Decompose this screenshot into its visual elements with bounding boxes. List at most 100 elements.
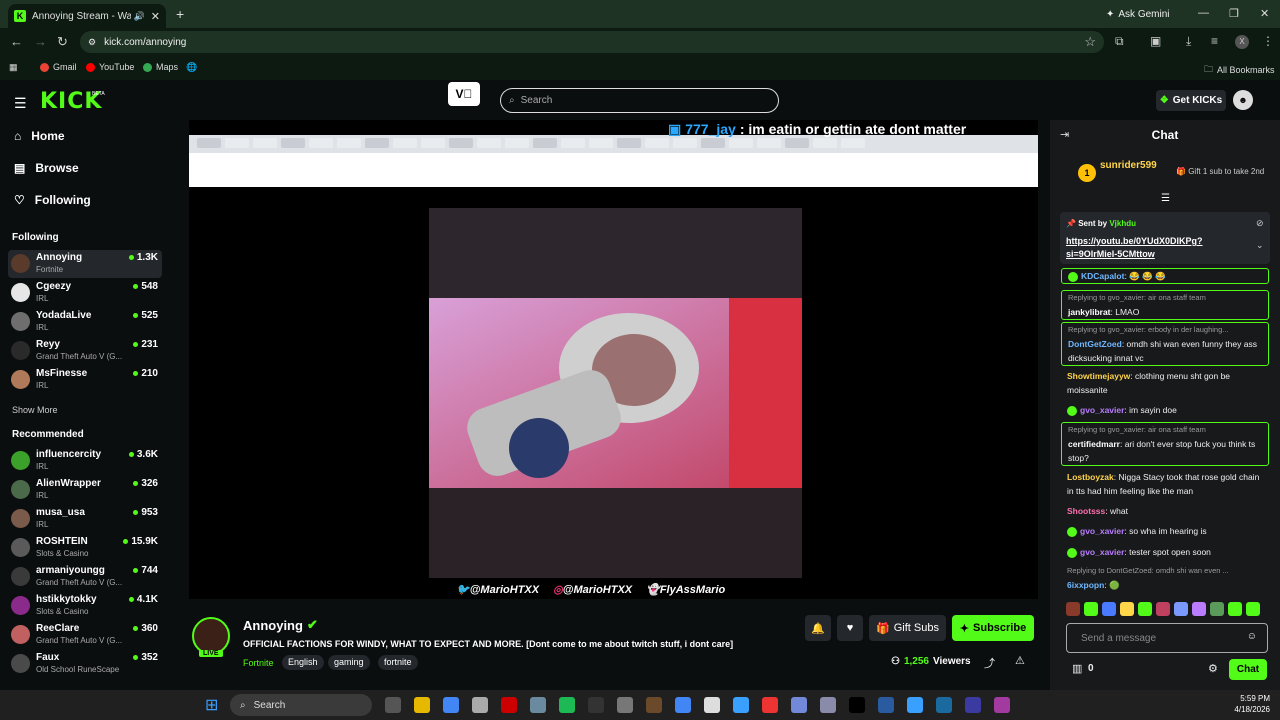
emote-icon[interactable]	[1228, 602, 1242, 616]
streamer-name[interactable]: Annoying ✔	[243, 617, 318, 633]
chat-username[interactable]: gvo_xavier	[1080, 405, 1124, 415]
chat-filter-icon[interactable]: ☰	[1161, 193, 1170, 204]
emote-icon[interactable]	[1246, 602, 1260, 616]
channel-item[interactable]: MsFinesse IRL 210	[8, 366, 162, 394]
chat-username[interactable]: Showtimejayyw	[1067, 371, 1130, 381]
channel-item[interactable]: musa_usa IRL 953	[8, 505, 162, 533]
menu-dots-icon[interactable]: ⋮	[1262, 34, 1274, 48]
vd-extension-button[interactable]: V⃞	[448, 82, 480, 106]
subscribe-button[interactable]: ✦ Subscribe	[952, 615, 1034, 641]
share-icon[interactable]: ⤴	[984, 655, 995, 671]
gift-subs-button[interactable]: 🎁 Gift Subs	[869, 615, 946, 641]
taskbar-app-icon[interactable]	[414, 697, 430, 713]
channel-item[interactable]: influencercity IRL 3.6K	[8, 447, 162, 475]
bookmark-maps[interactable]: Maps	[143, 62, 178, 72]
channel-item[interactable]: ROSHTEIN Slots & Casino 15.9K	[8, 534, 162, 562]
taskbar-app-icon[interactable]	[936, 697, 952, 713]
taskbar-app-icon[interactable]	[762, 697, 778, 713]
emote-icon[interactable]	[1120, 602, 1134, 616]
reload-icon[interactable]: ↻	[57, 34, 68, 50]
emote-icon[interactable]	[1102, 602, 1116, 616]
channel-item[interactable]: ReeClare Grand Theft Auto V (G... 360	[8, 621, 162, 649]
channel-item[interactable]: Reyy Grand Theft Auto V (G... 231	[8, 337, 162, 365]
taskbar-app-icon[interactable]	[443, 697, 459, 713]
search-input[interactable]: ⌕ Search	[500, 88, 779, 113]
emote-icon[interactable]	[1066, 602, 1080, 616]
tag-fortnite[interactable]: fortnite	[378, 655, 418, 670]
apps-grid-icon[interactable]: ▦	[9, 62, 18, 73]
channel-item[interactable]: armaniyoungg Grand Theft Auto V (G... 744	[8, 563, 162, 591]
channel-item[interactable]: Faux Old School RuneScape 352	[8, 650, 162, 678]
taskbar-app-icon[interactable]	[849, 697, 865, 713]
chat-username[interactable]: certifiedmarr	[1068, 439, 1120, 449]
bookmark-star-icon[interactable]: ☆	[1084, 34, 1096, 50]
channel-item[interactable]: Cgeezy IRL 548	[8, 279, 162, 307]
minimize-icon[interactable]: —	[1198, 7, 1209, 19]
taskbar-app-icon[interactable]	[501, 697, 517, 713]
system-clock[interactable]: 5:59 PM 4/18/2026	[1228, 693, 1270, 715]
profile-icon[interactable]: X	[1235, 35, 1249, 49]
taskbar-search[interactable]: ⌕ Search	[230, 694, 372, 716]
back-icon[interactable]: ←	[10, 34, 23, 49]
follow-heart-button[interactable]: ♥	[837, 615, 863, 641]
notification-bell-button[interactable]: 🔔	[805, 615, 831, 641]
chat-message-input[interactable]: Send a message ☺	[1066, 623, 1268, 653]
chat-username[interactable]: KDCapalot	[1081, 271, 1124, 281]
tag-english[interactable]: English	[282, 655, 324, 670]
unpin-icon[interactable]: ⊘	[1256, 218, 1264, 229]
top-gifter-name[interactable]: sunrider599	[1100, 160, 1157, 171]
all-bookmarks[interactable]: 🗀 All Bookmarks	[1204, 62, 1275, 78]
taskbar-app-icon[interactable]	[907, 697, 923, 713]
chat-settings-icon[interactable]: ⚙	[1208, 662, 1218, 675]
window-close-icon[interactable]: ✕	[1260, 7, 1269, 20]
pinned-by-user[interactable]: Vjkhdu	[1109, 219, 1136, 228]
taskbar-app-icon[interactable]	[791, 697, 807, 713]
speaker-icon[interactable]: 🔊	[134, 11, 145, 22]
taskbar-app-icon[interactable]	[994, 697, 1010, 713]
taskbar-app-icon[interactable]	[704, 697, 720, 713]
forward-icon[interactable]: →	[34, 34, 47, 49]
bookmark-gmail[interactable]: Gmail	[40, 62, 77, 72]
new-tab-button[interactable]: +	[176, 6, 184, 22]
taskbar-app-icon[interactable]	[675, 697, 691, 713]
emote-icon[interactable]	[1192, 602, 1206, 616]
taskbar-app-icon[interactable]	[965, 697, 981, 713]
taskbar-app-icon[interactable]	[530, 697, 546, 713]
nav-browse[interactable]: ▤ Browse	[14, 161, 79, 175]
send-chat-button[interactable]: Chat	[1229, 659, 1267, 680]
chat-username[interactable]: jankylibrat	[1068, 307, 1111, 317]
tag-gaming[interactable]: gaming	[328, 655, 370, 670]
close-tab-icon[interactable]: ✕	[151, 10, 160, 23]
bookmark-youtube[interactable]: YouTube	[86, 62, 134, 72]
emoji-icon[interactable]: ☺	[1247, 631, 1257, 642]
hamburger-menu-icon[interactable]: ☰	[14, 95, 27, 112]
taskbar-app-icon[interactable]	[878, 697, 894, 713]
media-icon[interactable]: ≡	[1211, 34, 1218, 48]
taskbar-app-icon[interactable]	[385, 697, 401, 713]
chat-username[interactable]: gvo_xavier	[1080, 526, 1124, 536]
get-kicks-button[interactable]: ❖ Get KICKs	[1156, 90, 1226, 111]
site-info-icon[interactable]: ⚙	[88, 37, 96, 48]
extensions-icon[interactable]: ⧉	[1115, 34, 1124, 49]
taskbar-app-icon[interactable]	[646, 697, 662, 713]
show-more-link[interactable]: Show More	[12, 405, 58, 415]
user-avatar[interactable]: ☻	[1233, 90, 1253, 110]
chat-username[interactable]: Shootsss	[1067, 506, 1105, 516]
chat-username[interactable]: Lostboyzak	[1067, 472, 1114, 482]
channel-item[interactable]: Annoying Fortnite 1.3K	[8, 250, 162, 278]
chat-username[interactable]: DontGetZoed	[1068, 339, 1122, 349]
windows-start-icon[interactable]: ⊞	[205, 695, 218, 715]
category-link[interactable]: Fortnite	[243, 658, 274, 668]
browser-tab[interactable]: K Annoying Stream - Watch l 🔊 ✕	[8, 4, 166, 28]
nav-following[interactable]: ♡ Following	[14, 193, 91, 207]
chevron-down-icon[interactable]: ⌄	[1256, 240, 1264, 251]
emote-icon[interactable]	[1210, 602, 1224, 616]
chat-username[interactable]: 6ixxpopn	[1067, 580, 1104, 590]
taskbar-app-icon[interactable]	[820, 697, 836, 713]
emote-icon[interactable]	[1138, 602, 1152, 616]
chat-username[interactable]: gvo_xavier	[1080, 547, 1124, 557]
channel-item[interactable]: hstikkytokky Slots & Casino 4.1K	[8, 592, 162, 620]
url-bar[interactable]: ⚙ kick.com/annoying ☆	[80, 31, 1104, 53]
emote-icon[interactable]	[1156, 602, 1170, 616]
globe-bookmark-icon[interactable]: 🌐	[186, 62, 197, 73]
